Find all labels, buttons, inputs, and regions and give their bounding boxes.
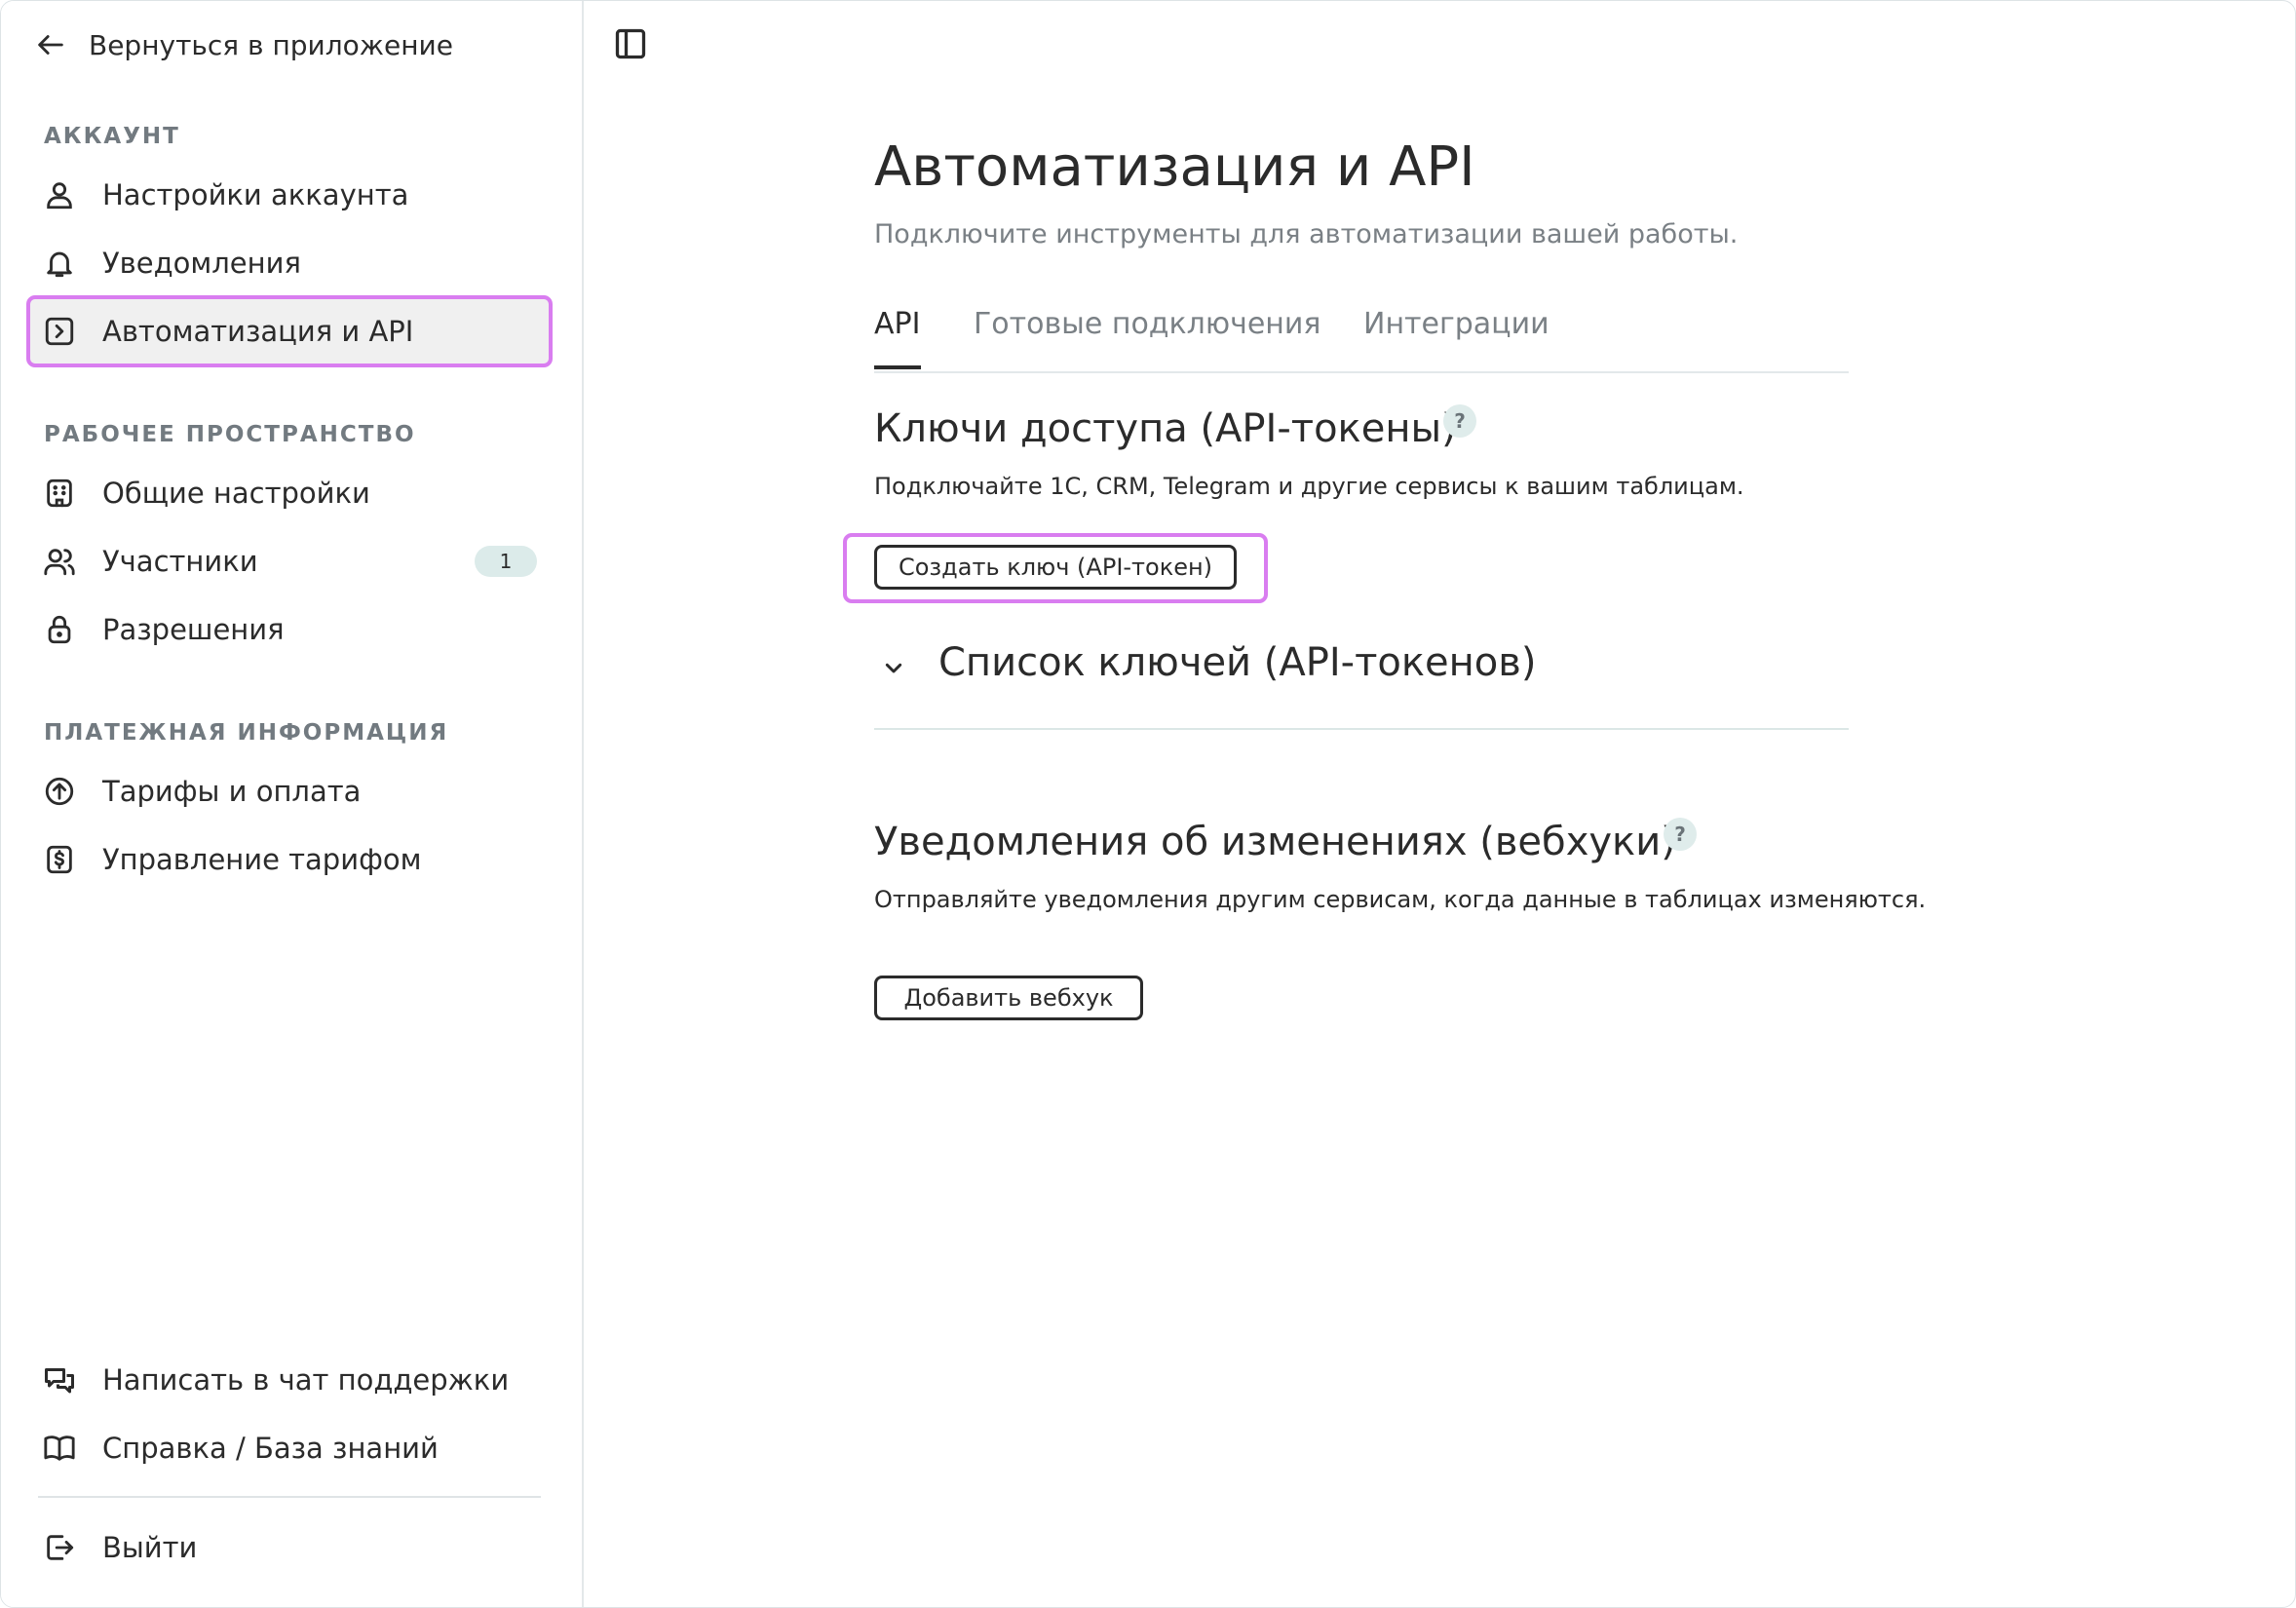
members-count-badge: 1 — [475, 546, 537, 577]
back-label: Вернуться в приложение — [89, 28, 453, 61]
tab-api[interactable]: API — [874, 307, 920, 341]
sidebar-item-label: Разрешения — [102, 613, 285, 646]
webhooks-description: Отправляйте уведомления другим сервисам,… — [874, 886, 1927, 913]
active-tab-indicator — [874, 365, 921, 369]
arrow-up-circle-icon — [42, 774, 77, 809]
section-account-label: АККАУНТ — [44, 124, 180, 149]
page-title: Автоматизация и API — [874, 135, 1475, 199]
user-icon — [42, 177, 77, 212]
sidebar-item-notifications[interactable]: Уведомления — [26, 231, 553, 295]
sidebar-item-label: Участники — [102, 545, 258, 578]
sidebar-item-label: Справка / База знаний — [102, 1432, 439, 1465]
automation-icon — [42, 314, 77, 349]
webhooks-help-icon[interactable]: ? — [1664, 818, 1697, 851]
sidebar-item-account-settings[interactable]: Настройки аккаунта — [26, 163, 553, 227]
sidebar-item-automation-api[interactable]: Автоматизация и API — [26, 299, 553, 364]
page-subtitle: Подключите инструменты для автоматизации… — [874, 219, 1739, 249]
webhooks-heading: Уведомления об изменениях (вебхуки) — [874, 820, 1676, 864]
tokens-help-icon[interactable]: ? — [1443, 404, 1476, 438]
sidebar-item-label: Написать в чат поддержки — [102, 1363, 510, 1397]
add-webhook-button[interactable]: Добавить вебхук — [874, 976, 1143, 1020]
sidebar-item-label: Управление тарифом — [102, 843, 422, 876]
app-window: Вернуться в приложение АККАУНТ Настройки… — [0, 0, 2296, 1608]
main-content: Автоматизация и API Подключите инструмен… — [584, 1, 2295, 1607]
sidebar-item-label: Тарифы и оплата — [102, 775, 362, 808]
token-list-heading: Список ключей (API-токенов) — [938, 640, 1537, 685]
sidebar-item-members[interactable]: Участники 1 — [26, 529, 553, 593]
create-api-token-button[interactable]: Создать ключ (API-токен) — [874, 545, 1237, 590]
sidebar-item-label: Автоматизация и API — [102, 315, 414, 348]
section-workspace-label: РАБОЧЕЕ ПРОСТРАНСТВО — [44, 422, 416, 447]
tab-integrations[interactable]: Интеграции — [1363, 307, 1550, 341]
dollar-icon — [42, 842, 77, 877]
lock-icon — [42, 612, 77, 647]
chat-icon — [42, 1362, 77, 1397]
sidebar-panel-icon — [615, 28, 646, 59]
sidebar-item-general-settings[interactable]: Общие настройки — [26, 461, 553, 525]
building-icon — [42, 476, 77, 511]
sidebar-item-plans-billing[interactable]: Тарифы и оплата — [26, 759, 553, 823]
section-billing-label: ПЛАТЕЖНАЯ ИНФОРМАЦИЯ — [44, 720, 449, 746]
sidebar-item-permissions[interactable]: Разрешения — [26, 597, 553, 662]
users-icon — [42, 544, 77, 579]
sidebar-item-label: Общие настройки — [102, 477, 370, 510]
tab-bar: API Готовые подключения Интеграции — [874, 301, 1849, 373]
logout-icon — [42, 1530, 77, 1565]
sidebar-item-label: Уведомления — [102, 247, 301, 280]
token-list-collapsible[interactable]: Список ключей (API-токенов) — [874, 632, 1849, 730]
sidebar-item-logout[interactable]: Выйти — [26, 1515, 553, 1580]
sidebar-item-support-chat[interactable]: Написать в чат поддержки — [26, 1348, 553, 1412]
sidebar-toggle-button[interactable] — [613, 26, 648, 61]
arrow-left-icon — [38, 35, 63, 55]
sidebar-item-manage-plan[interactable]: Управление тарифом — [26, 827, 553, 892]
api-tokens-description: Подключайте 1С, CRM, Telegram и другие с… — [874, 473, 1744, 500]
tab-ready-connections[interactable]: Готовые подключения — [974, 307, 1320, 341]
sidebar-item-label: Выйти — [102, 1531, 198, 1564]
sidebar-item-label: Настройки аккаунта — [102, 178, 409, 211]
book-icon — [42, 1431, 77, 1466]
api-tokens-heading: Ключи доступа (API-токены) — [874, 406, 1457, 451]
sidebar-item-help-knowledge-base[interactable]: Справка / База знаний — [26, 1416, 553, 1480]
settings-sidebar: Вернуться в приложение АККАУНТ Настройки… — [1, 1, 584, 1607]
chevron-down-icon — [885, 663, 902, 673]
back-to-app-link[interactable]: Вернуться в приложение — [34, 20, 453, 69]
bell-icon — [42, 246, 77, 281]
sidebar-divider — [38, 1496, 541, 1498]
